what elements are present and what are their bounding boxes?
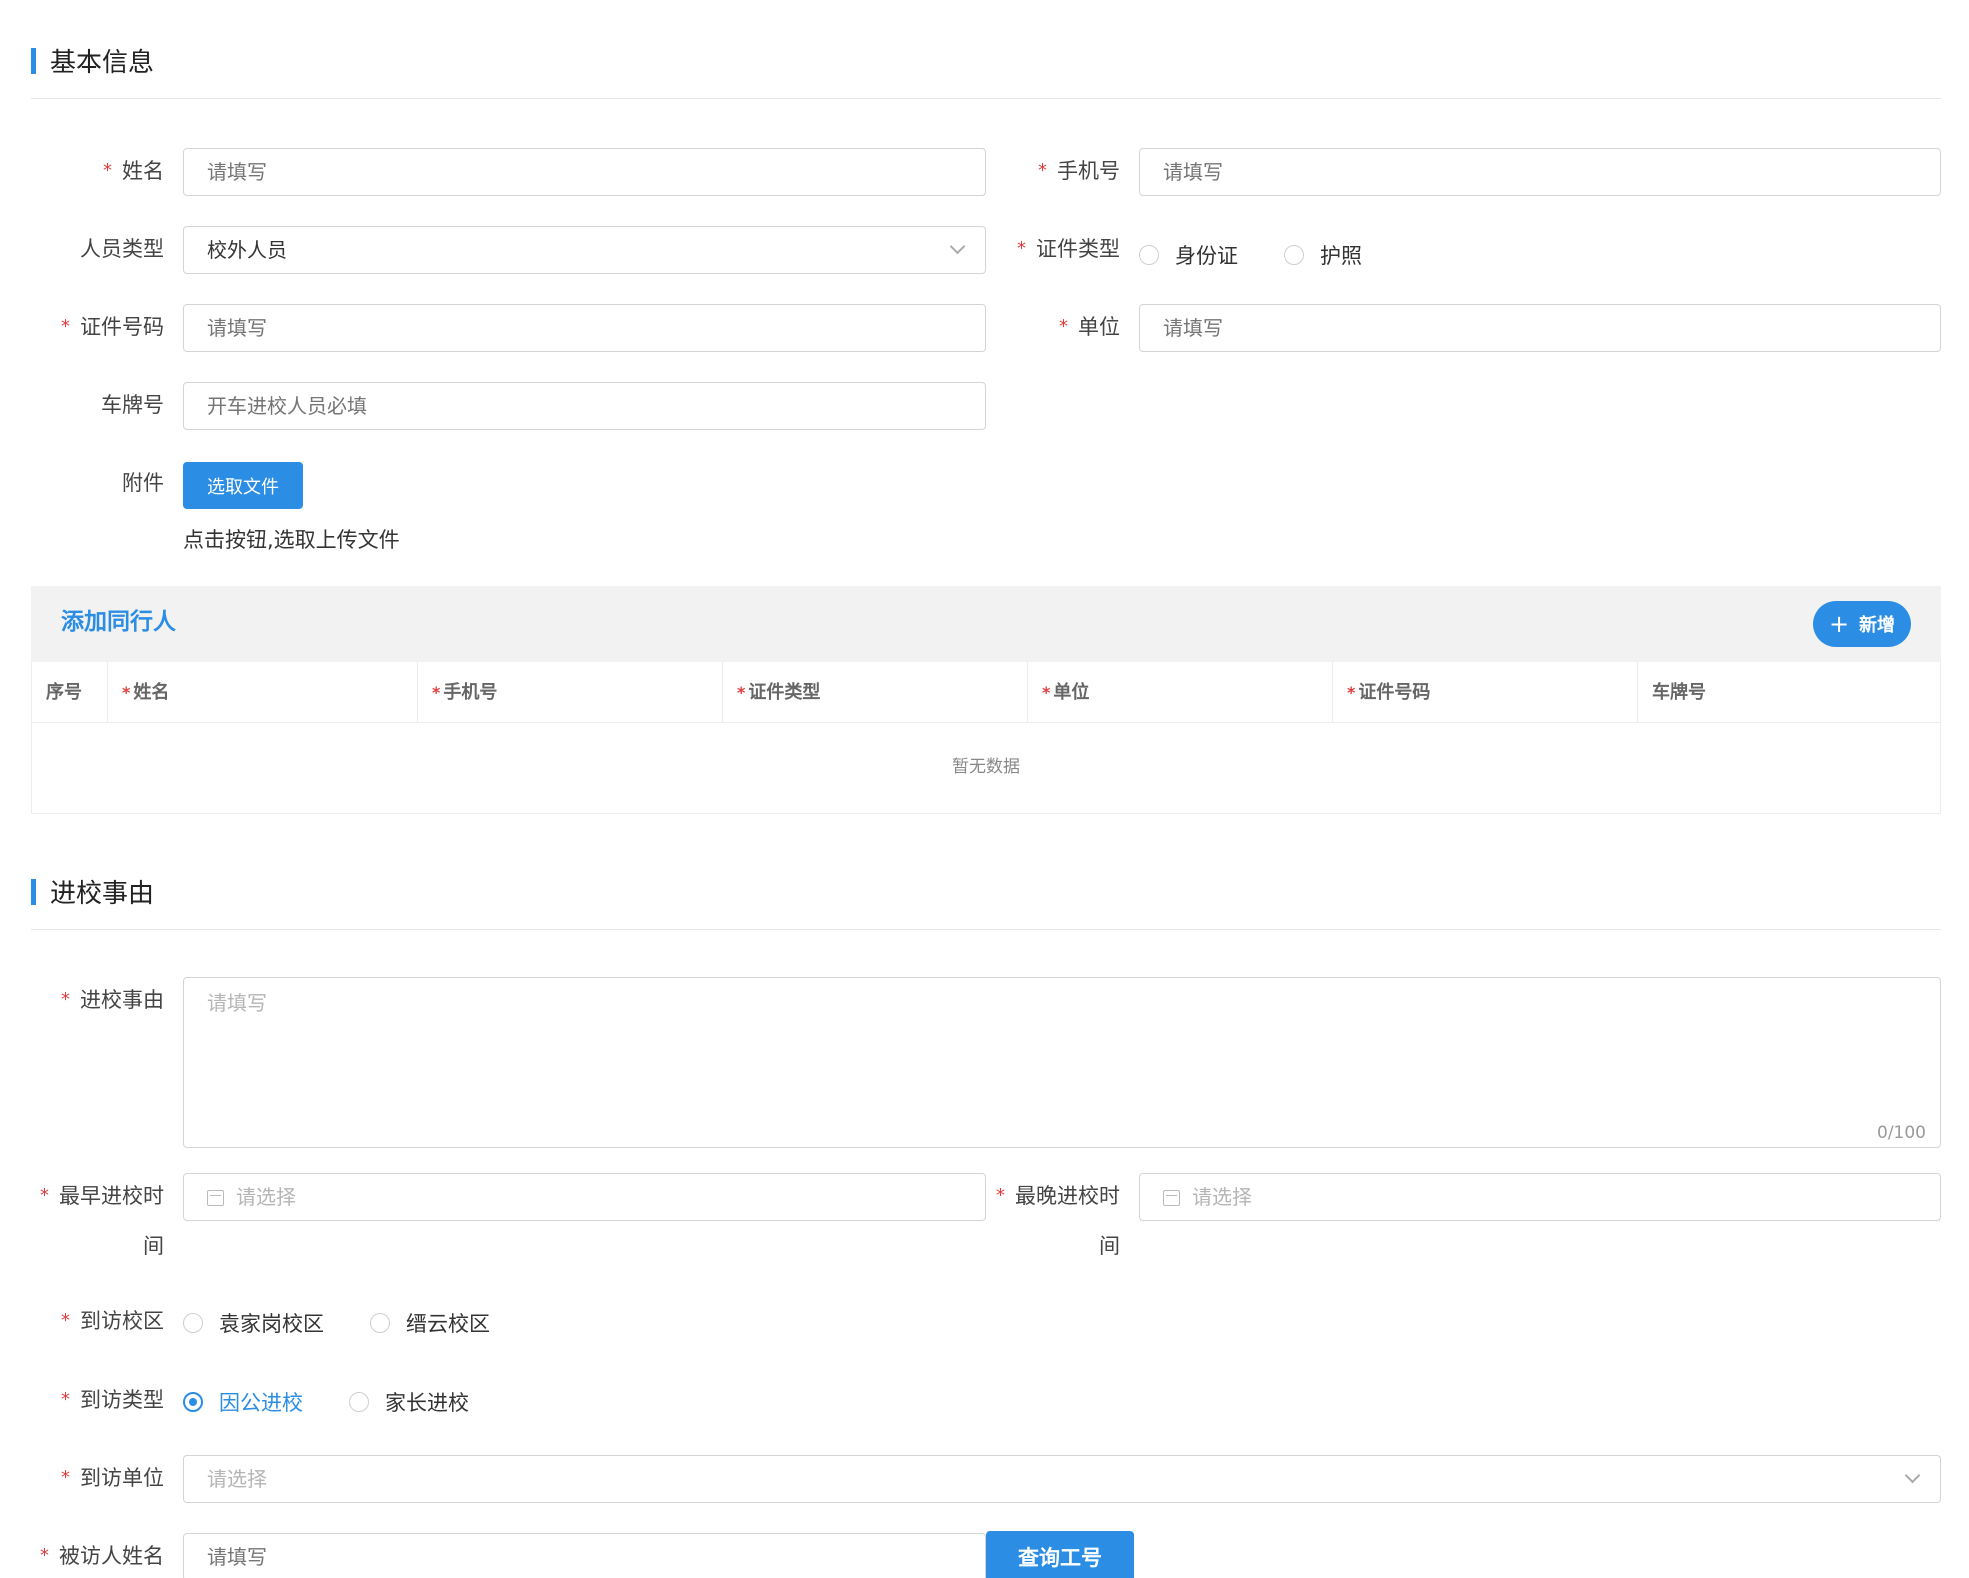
visit-type-option-label[interactable]: 因公进校: [219, 1387, 303, 1417]
id-type-radio-group: 身份证 护照: [1139, 240, 1408, 270]
calendar-icon: [207, 1190, 224, 1206]
latest-time-picker[interactable]: 请选择: [1139, 1173, 1941, 1221]
phone-label: * 手机号: [1038, 159, 1120, 183]
section-title-basic: 基本信息: [31, 42, 154, 79]
host-name-input[interactable]: [183, 1533, 986, 1578]
campus-radio-jinyun[interactable]: [370, 1313, 390, 1333]
host-name-label: * 被访人姓名: [40, 1544, 164, 1568]
chevron-down-icon: [949, 238, 966, 255]
name-label: * 姓名: [103, 159, 164, 183]
section-divider: [31, 98, 1941, 99]
column-header-name: * 姓名: [108, 662, 418, 722]
visit-unit-select[interactable]: 请选择: [183, 1455, 1941, 1503]
id-type-radio-idcard[interactable]: [1139, 245, 1159, 265]
earliest-time-label-wrap: 间: [143, 1234, 164, 1258]
companions-header: 添加同行人 + 新增: [31, 586, 1941, 662]
unit-input[interactable]: [1139, 304, 1941, 352]
earliest-time-label: * 最早进校时: [40, 1184, 164, 1208]
phone-input[interactable]: [1139, 148, 1941, 196]
earliest-time-placeholder: 请选择: [236, 1185, 296, 1209]
companions-table: 序号 * 姓名 * 手机号 * 证件类型 * 单位 * 证件号码 车牌号 暂无数据: [31, 662, 1941, 814]
campus-option-label[interactable]: 袁家岗校区: [219, 1308, 324, 1338]
column-header-phone: * 手机号: [418, 662, 723, 722]
campus-radio-group: 袁家岗校区 缙云校区: [183, 1308, 536, 1338]
add-button-label: 新增: [1859, 615, 1896, 636]
column-header-index: 序号: [32, 662, 108, 722]
chevron-down-icon: [1904, 1467, 1921, 1484]
plus-icon: +: [1828, 610, 1850, 638]
select-file-button[interactable]: 选取文件: [183, 462, 303, 509]
visit-unit-placeholder: 请选择: [207, 1467, 267, 1491]
earliest-time-picker[interactable]: 请选择: [183, 1173, 986, 1221]
section-title-reason: 进校事由: [31, 873, 154, 910]
table-header-row: 序号 * 姓名 * 手机号 * 证件类型 * 单位 * 证件号码 车牌号: [32, 662, 1940, 723]
person-type-select[interactable]: 校外人员: [183, 226, 986, 274]
column-header-id-number: * 证件号码: [1333, 662, 1638, 722]
id-type-radio-passport[interactable]: [1284, 245, 1304, 265]
unit-label: * 单位: [1059, 315, 1120, 339]
table-empty-text: 暂无数据: [952, 757, 1020, 777]
attachment-label: 附件: [122, 471, 164, 495]
campus-radio-yuanjiagang[interactable]: [183, 1313, 203, 1333]
section-title-text: 进校事由: [50, 879, 155, 909]
companions-title: 添加同行人: [61, 609, 176, 635]
column-header-plate: 车牌号: [1652, 682, 1706, 703]
query-employee-id-button[interactable]: 查询工号: [986, 1531, 1134, 1578]
id-number-label: * 证件号码: [61, 315, 164, 339]
plate-input[interactable]: [183, 382, 986, 430]
campus-option-label[interactable]: 缙云校区: [406, 1308, 490, 1338]
person-type-value: 校外人员: [207, 238, 287, 262]
reason-textarea[interactable]: 请填写 0/100: [183, 977, 1941, 1148]
column-header-id-type: * 证件类型: [723, 662, 1028, 722]
visit-type-radio-official[interactable]: [183, 1392, 203, 1412]
add-companion-button[interactable]: + 新增: [1813, 601, 1911, 647]
section-accent-bar: [31, 47, 36, 74]
section-divider: [31, 929, 1941, 930]
person-type-label: 人员类型: [80, 237, 164, 261]
char-counter: 0/100: [1877, 1123, 1926, 1143]
visit-type-radio-group: 因公进校 家长进校: [183, 1387, 515, 1417]
visit-type-label: * 到访类型: [61, 1388, 164, 1412]
plate-label: 车牌号: [101, 393, 164, 417]
latest-time-placeholder: 请选择: [1192, 1185, 1252, 1209]
section-accent-bar: [31, 878, 36, 905]
visit-type-option-label[interactable]: 家长进校: [385, 1387, 469, 1417]
name-input[interactable]: [183, 148, 986, 196]
visit-unit-label: * 到访单位: [61, 1466, 164, 1490]
section-title-text: 基本信息: [50, 48, 155, 78]
id-type-option-label[interactable]: 护照: [1320, 240, 1362, 270]
id-type-option-label[interactable]: 身份证: [1175, 240, 1238, 270]
reason-label: * 进校事由: [61, 988, 164, 1012]
column-header-unit: * 单位: [1028, 662, 1333, 722]
visit-type-radio-parent[interactable]: [349, 1392, 369, 1412]
latest-time-label-wrap: 间: [1099, 1234, 1120, 1258]
upload-hint: 点击按钮,选取上传文件: [183, 528, 400, 552]
campus-label: * 到访校区: [61, 1309, 164, 1333]
id-type-label: * 证件类型: [1017, 237, 1120, 261]
latest-time-label: * 最晚进校时: [996, 1184, 1120, 1208]
calendar-icon: [1163, 1190, 1180, 1206]
id-number-input[interactable]: [183, 304, 986, 352]
reason-placeholder: 请填写: [207, 991, 267, 1015]
